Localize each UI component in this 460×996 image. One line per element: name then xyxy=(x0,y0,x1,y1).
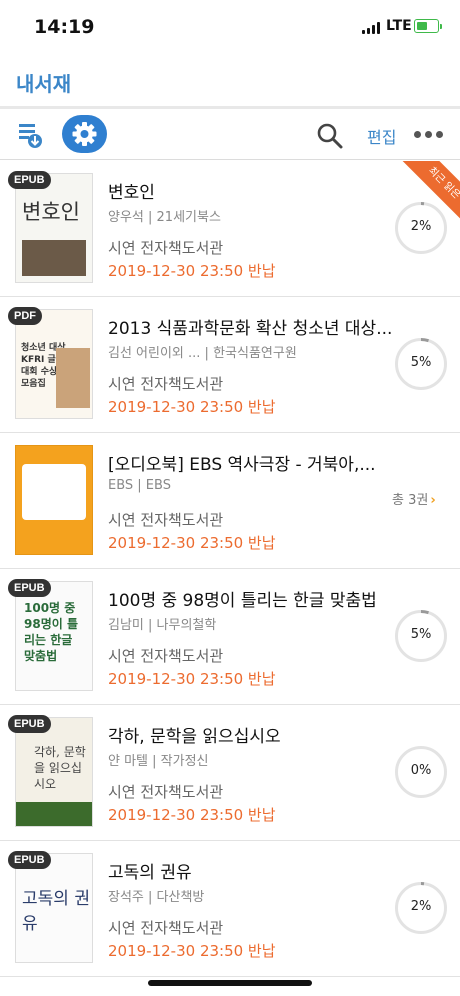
toolbar: 편집 xyxy=(0,110,460,160)
book-list: 변호인 EPUB 변호인 양우석 | 21세기북스 시연 전자책도서관 2019… xyxy=(0,161,460,977)
book-title: 각하, 문학을 읽으십시오 xyxy=(108,727,281,747)
signal-icon xyxy=(362,22,382,34)
format-badge: EPUB xyxy=(8,171,51,189)
book-cover: 고독의 권유 xyxy=(15,853,93,963)
book-library: 시연 전자책도서관 xyxy=(108,375,224,393)
book-title: [오디오북] EBS 역사극장 - 거북아,... xyxy=(108,455,376,475)
volume-count[interactable]: 총 3권 › xyxy=(392,489,436,508)
progress-label: 0% xyxy=(410,763,432,778)
book-due-date: 2019-12-30 23:50 반납 xyxy=(108,534,276,552)
book-meta: 김남미 | 나무의철학 xyxy=(108,618,217,633)
book-cover xyxy=(15,445,93,555)
book-meta: 양우석 | 21세기북스 xyxy=(108,210,221,225)
book-cover: 변호인 xyxy=(15,173,93,283)
book-cover: 100명 중 98명이 틀리는 한글 맞춤법 xyxy=(15,581,93,691)
page-title: 내서재 xyxy=(16,72,72,96)
progress-ring: 2% xyxy=(394,201,448,255)
format-badge: EPUB xyxy=(8,851,51,869)
book-due-date: 2019-12-30 23:50 반납 xyxy=(108,670,276,688)
book-library: 시연 전자책도서관 xyxy=(108,647,224,665)
format-badge: EPUB xyxy=(8,715,51,733)
cover-title: 각하, 문학을 읽으십시오 xyxy=(34,745,86,791)
title-divider xyxy=(0,106,460,109)
progress-ring: 5% xyxy=(394,609,448,663)
cover-photo xyxy=(16,802,92,826)
progress-label: 5% xyxy=(410,355,432,370)
format-badge: PDF xyxy=(8,307,42,325)
progress-ring: 5% xyxy=(394,337,448,391)
cover-title: 100명 중 98명이 틀리는 한글 맞춤법 xyxy=(24,601,78,663)
progress-ring: 2% xyxy=(394,881,448,935)
book-due-date: 2019-12-30 23:50 반납 xyxy=(108,398,276,416)
cover-title: 고독의 권유 xyxy=(22,889,90,934)
book-meta: 얀 마텔 | 작가정신 xyxy=(108,754,209,769)
book-cover: 청소년 대상 KFRI 글쓰기대회 수상작 모음집 xyxy=(15,309,93,419)
progress-label: 2% xyxy=(410,219,432,234)
gear-icon xyxy=(72,122,97,146)
book-item[interactable]: 고독의 권유 EPUB 고독의 권유 장석주 | 다산책방 시연 전자책도서관 … xyxy=(0,841,460,977)
home-indicator[interactable] xyxy=(148,980,312,986)
book-item[interactable]: [오디오북] EBS 역사극장 - 거북아,... EBS | EBS 시연 전… xyxy=(0,433,460,569)
volume-count-label: 총 3권 xyxy=(392,493,429,508)
book-title: 고독의 권유 xyxy=(108,863,192,883)
status-time: 14:19 xyxy=(34,16,95,38)
book-item[interactable]: 변호인 EPUB 변호인 양우석 | 21세기북스 시연 전자책도서관 2019… xyxy=(0,161,460,297)
book-library: 시연 전자책도서관 xyxy=(108,511,224,529)
cover-photo xyxy=(56,348,90,408)
cover-illustration xyxy=(22,464,86,520)
book-item[interactable]: 각하, 문학을 읽으십시오 EPUB 각하, 문학을 읽으십시오 얀 마텔 | … xyxy=(0,705,460,841)
download-list-icon[interactable] xyxy=(15,120,45,150)
chevron-right-icon: › xyxy=(430,493,436,508)
status-bar: 14:19 LTE xyxy=(0,0,460,56)
book-due-date: 2019-12-30 23:50 반납 xyxy=(108,942,276,960)
book-due-date: 2019-12-30 23:50 반납 xyxy=(108,262,276,280)
battery-cap xyxy=(440,24,442,29)
cover-title: 변호인 xyxy=(22,200,80,224)
book-meta: 장석주 | 다산책방 xyxy=(108,890,205,905)
book-library: 시연 전자책도서관 xyxy=(108,239,224,257)
book-title: 변호인 xyxy=(108,183,155,203)
progress-label: 2% xyxy=(410,899,432,914)
search-icon[interactable] xyxy=(316,122,344,150)
book-meta: 김선 어린이외 ... | 한국식품연구원 xyxy=(108,346,297,361)
cover-photo xyxy=(22,240,86,276)
more-icon[interactable] xyxy=(414,131,444,139)
book-library: 시연 전자책도서관 xyxy=(108,783,224,801)
progress-ring: 0% xyxy=(394,745,448,799)
settings-button[interactable] xyxy=(62,115,107,153)
book-item[interactable]: 100명 중 98명이 틀리는 한글 맞춤법 EPUB 100명 중 98명이 … xyxy=(0,569,460,705)
book-title: 100명 중 98명이 틀리는 한글 맞춤법 xyxy=(108,591,377,611)
network-label: LTE xyxy=(386,18,412,34)
book-cover: 각하, 문학을 읽으십시오 xyxy=(15,717,93,827)
book-due-date: 2019-12-30 23:50 반납 xyxy=(108,806,276,824)
battery-icon xyxy=(414,19,439,33)
format-badge: EPUB xyxy=(8,579,51,597)
edit-button[interactable]: 편집 xyxy=(367,124,396,148)
progress-label: 5% xyxy=(410,627,432,642)
book-title: 2013 식품과학문화 확산 청소년 대상... xyxy=(108,319,393,339)
book-meta: EBS | EBS xyxy=(108,478,171,493)
book-item[interactable]: 청소년 대상 KFRI 글쓰기대회 수상작 모음집 PDF 2013 식품과학문… xyxy=(0,297,460,433)
book-library: 시연 전자책도서관 xyxy=(108,919,224,937)
